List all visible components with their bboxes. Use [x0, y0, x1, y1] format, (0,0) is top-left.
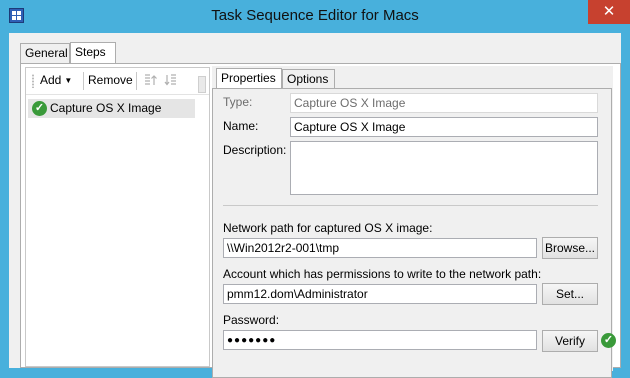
network-path-input[interactable]: \\Win2012r2-001\tmp [223, 238, 537, 258]
window-client: General Steps Add ▼ Remove ✓ Capture OS … [9, 33, 621, 378]
dropdown-caret-icon: ▼ [64, 76, 73, 85]
tab-properties[interactable]: Properties [216, 68, 282, 89]
title-bar: Task Sequence Editor for Macs ✕ [0, 0, 630, 33]
verify-button[interactable]: Verify [542, 330, 598, 352]
move-down-icon[interactable] [164, 72, 180, 88]
browse-button[interactable]: Browse... [542, 237, 598, 259]
set-account-button[interactable]: Set... [542, 283, 598, 305]
tab-options[interactable]: Options [282, 69, 335, 88]
steps-toolbar: Add ▼ Remove [26, 68, 209, 95]
step-label: Capture OS X Image [50, 101, 162, 115]
password-input[interactable]: ●●●●●●● [223, 330, 537, 350]
name-input[interactable]: Capture OS X Image [290, 117, 598, 137]
close-icon: ✕ [602, 3, 616, 20]
network-path-label: Network path for captured OS X image: [223, 221, 433, 235]
toolbar-separator [83, 72, 84, 90]
account-input[interactable]: pmm12.dom\Administrator [223, 284, 537, 304]
add-label: Add [40, 73, 62, 87]
description-input[interactable] [290, 141, 598, 195]
type-label: Type: [223, 95, 253, 109]
toolbar-separator [136, 72, 137, 90]
add-button[interactable]: Add ▼ [40, 73, 72, 87]
account-label: Account which has permissions to write t… [223, 267, 542, 281]
steps-panel: Add ▼ Remove ✓ Capture OS X Image Propert… [20, 63, 621, 378]
close-button[interactable]: ✕ [588, 0, 630, 24]
success-check-icon: ✓ [32, 101, 47, 116]
section-divider [223, 205, 598, 206]
password-label: Password: [223, 313, 280, 327]
step-details-pane: Properties Options Type: Capture OS X Im… [212, 66, 616, 378]
toolbar-grip-icon [32, 74, 34, 88]
step-item-capture-os-x-image[interactable]: ✓ Capture OS X Image [28, 99, 195, 118]
type-field: Capture OS X Image [290, 93, 598, 113]
steps-tree-pane: Add ▼ Remove ✓ Capture OS X Image [25, 67, 210, 367]
window-title: Task Sequence Editor for Macs [211, 7, 419, 24]
tab-general[interactable]: General [20, 43, 70, 63]
description-label: Description: [223, 143, 287, 157]
properties-panel: Type: Capture OS X Image Name: Capture O… [212, 88, 616, 378]
toolbar-overflow-button[interactable] [198, 76, 206, 93]
tab-steps[interactable]: Steps [70, 42, 116, 64]
move-up-icon[interactable] [142, 72, 158, 88]
verified-check-icon: ✓ [601, 333, 616, 348]
remove-button[interactable]: Remove [88, 73, 133, 87]
name-label: Name: [223, 119, 259, 133]
